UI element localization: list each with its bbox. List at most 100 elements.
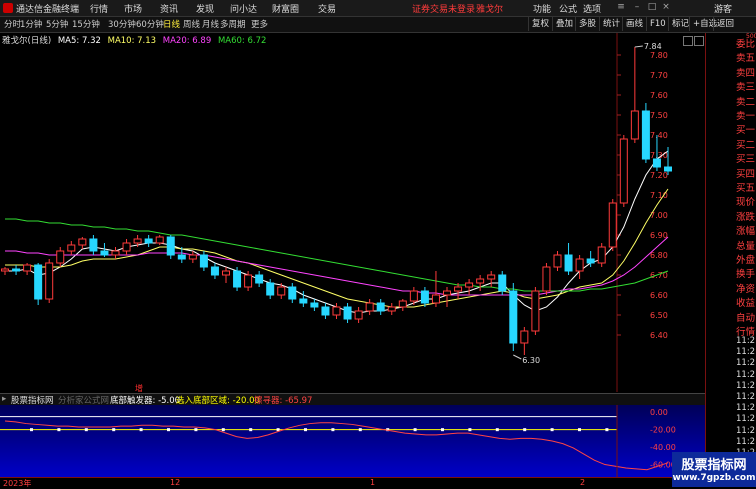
- menu-quotes[interactable]: 行情: [90, 2, 108, 15]
- indicator-expand-icon[interactable]: ▸: [2, 394, 6, 404]
- candle-body[interactable]: [575, 258, 584, 272]
- menu-trade[interactable]: 交易: [318, 2, 336, 15]
- candle-body[interactable]: [266, 282, 275, 296]
- toolbar-button[interactable]: F10: [646, 17, 669, 31]
- toolbar-button[interactable]: 复权: [528, 17, 552, 31]
- menu-ask[interactable]: 问小达: [230, 2, 257, 15]
- candle-body[interactable]: [34, 264, 43, 300]
- menu-discover[interactable]: 发现: [196, 2, 214, 15]
- toolbar-button[interactable]: 叠加: [552, 17, 576, 31]
- candle-body[interactable]: [586, 258, 595, 264]
- candle-body[interactable]: [443, 290, 451, 296]
- candle-body[interactable]: [420, 290, 429, 304]
- maximize-icon[interactable]: □: [646, 1, 658, 13]
- candle-body[interactable]: [288, 286, 297, 300]
- candle-body[interactable]: [321, 306, 330, 316]
- tab-timeframe[interactable]: 多周期: [220, 18, 246, 30]
- toolbar-button[interactable]: 返回: [713, 17, 737, 31]
- candle-body[interactable]: [641, 110, 650, 160]
- candle-body[interactable]: [45, 262, 54, 300]
- candle-body[interactable]: [542, 266, 551, 292]
- candle-body[interactable]: [78, 238, 87, 246]
- candle-body[interactable]: [487, 274, 496, 280]
- candle-body[interactable]: [299, 298, 308, 304]
- tab-timeframe[interactable]: 日线: [163, 18, 180, 30]
- tab-timeframe[interactable]: 1分钟: [20, 18, 42, 30]
- toolbar-button[interactable]: 画线: [622, 17, 646, 31]
- candle-body[interactable]: [520, 330, 529, 344]
- chart-restore-icon[interactable]: [683, 36, 693, 46]
- candle-body[interactable]: [365, 302, 374, 312]
- candle-body[interactable]: [509, 290, 518, 344]
- candle-body[interactable]: [454, 286, 463, 292]
- candle-body[interactable]: [398, 300, 407, 308]
- tab-timeframe[interactable]: 更多: [251, 18, 268, 30]
- candle-body[interactable]: [354, 310, 363, 320]
- candle-body[interactable]: [564, 254, 573, 272]
- candle-body[interactable]: [222, 270, 230, 276]
- candle-body[interactable]: [233, 270, 242, 288]
- menu-formula[interactable]: 公式: [559, 2, 577, 15]
- menu-market[interactable]: 市场: [124, 2, 142, 15]
- login-notice[interactable]: 证券交易未登录: [412, 2, 475, 15]
- candle-body[interactable]: [12, 268, 21, 272]
- indicator-chart[interactable]: 0.00-20.00-40.00-60.00: [0, 405, 705, 477]
- chart-maximize-icon[interactable]: [694, 36, 704, 46]
- candle-body[interactable]: [188, 254, 197, 260]
- candle-body[interactable]: [122, 242, 131, 252]
- candle-body[interactable]: [652, 158, 661, 168]
- candle-body[interactable]: [465, 282, 474, 288]
- tab-timeframe[interactable]: 60分钟: [136, 18, 164, 30]
- candle-body[interactable]: [310, 302, 319, 308]
- candle-body[interactable]: [67, 244, 76, 252]
- candle-body[interactable]: [255, 274, 264, 284]
- tab-timeframe[interactable]: 5分钟: [46, 18, 68, 30]
- tab-timeframe[interactable]: 月线: [202, 18, 219, 30]
- candle-body[interactable]: [56, 250, 65, 264]
- menu-wealth[interactable]: 财富圈: [272, 2, 299, 15]
- kline-chart[interactable]: 7.807.707.607.507.407.307.207.107.006.90…: [0, 33, 705, 405]
- candle-body[interactable]: [619, 138, 628, 204]
- candle-body[interactable]: [343, 306, 352, 320]
- guest-label[interactable]: 游客: [714, 2, 732, 15]
- candle-body[interactable]: [498, 274, 507, 292]
- candle-body[interactable]: [1, 268, 9, 272]
- candle-body[interactable]: [155, 236, 164, 244]
- toolbar-button[interactable]: 统计: [599, 17, 623, 31]
- candle-body[interactable]: [387, 306, 396, 312]
- candle-body[interactable]: [553, 254, 562, 268]
- toolbar-button[interactable]: 多股: [575, 17, 599, 31]
- candle-body[interactable]: [199, 254, 208, 268]
- candle-body[interactable]: [431, 294, 440, 304]
- candle-body[interactable]: [133, 238, 142, 244]
- candle-body[interactable]: [144, 238, 153, 244]
- candle-body[interactable]: [630, 110, 639, 140]
- candle-body[interactable]: [376, 302, 385, 312]
- menu-function[interactable]: 功能: [533, 2, 551, 15]
- candle-body[interactable]: [597, 246, 606, 264]
- tab-timeframe[interactable]: 周线: [183, 18, 200, 30]
- close-icon[interactable]: ×: [660, 1, 672, 13]
- menu-icon[interactable]: ≡: [615, 1, 627, 13]
- candle-body[interactable]: [244, 274, 253, 288]
- candle-body[interactable]: [531, 290, 540, 332]
- candle-body[interactable]: [332, 306, 341, 316]
- menu-news[interactable]: 资讯: [160, 2, 178, 15]
- candle-body[interactable]: [476, 278, 485, 284]
- candle-body[interactable]: [277, 286, 286, 296]
- minimize-icon[interactable]: –: [631, 1, 643, 13]
- candle-body[interactable]: [23, 264, 32, 272]
- candle-body[interactable]: [89, 238, 98, 252]
- candle-body[interactable]: [100, 250, 109, 256]
- tab-timeframe[interactable]: 分时: [4, 18, 21, 30]
- menu-options[interactable]: 选项: [583, 2, 601, 15]
- candle-body[interactable]: [177, 254, 186, 260]
- tab-timeframe[interactable]: 15分钟: [72, 18, 100, 30]
- candle-body[interactable]: [166, 236, 175, 256]
- tab-timeframe[interactable]: 30分钟: [108, 18, 136, 30]
- candle-body[interactable]: [210, 266, 219, 276]
- candle-body[interactable]: [111, 250, 120, 256]
- candle-body[interactable]: [608, 202, 617, 248]
- candle-body[interactable]: [409, 290, 418, 302]
- candle-body[interactable]: [664, 166, 672, 172]
